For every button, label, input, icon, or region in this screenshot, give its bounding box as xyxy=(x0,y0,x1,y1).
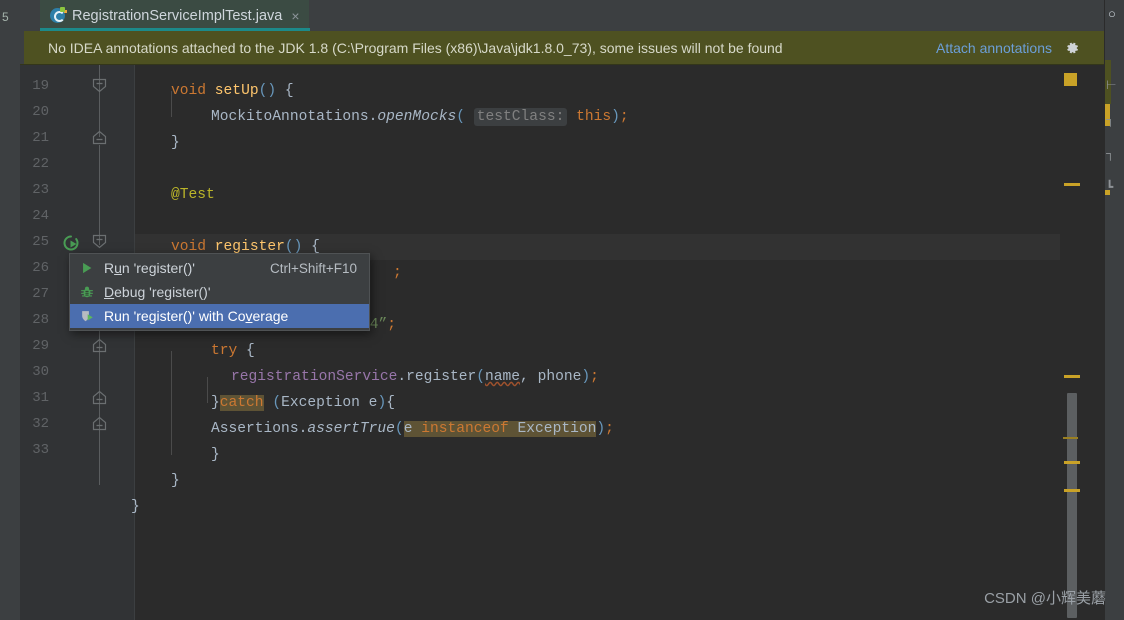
editor-tab-registrationserviceimpltest[interactable]: RegistrationServiceImplTest.java × xyxy=(40,0,309,31)
code-line-28[interactable]: registrationService.register(name, phone… xyxy=(231,364,599,390)
code-line-27[interactable]: try { xyxy=(211,338,255,364)
java-test-class-icon xyxy=(50,7,65,23)
menu-item-run-register-with-coverage[interactable]: Run 'register()' with Coverage xyxy=(70,304,369,328)
gear-icon[interactable] xyxy=(1064,40,1080,56)
code-line-29[interactable]: }catch (Exception e){ xyxy=(211,390,395,416)
fold-end-icon[interactable] xyxy=(92,416,107,431)
code-line-25[interactable]: ; xyxy=(393,260,402,286)
line-number: 26 xyxy=(32,260,49,276)
code-editor[interactable]: 19 20 21 22 23 24 25 26 27 28 29 30 31 3… xyxy=(20,65,1104,620)
coverage-shield-icon xyxy=(78,307,96,325)
line-number: 23 xyxy=(32,182,49,198)
code-line-19[interactable]: void setUp() { xyxy=(171,78,294,104)
notification-banner: No IDEA annotations attached to the JDK … xyxy=(20,31,1104,65)
line-number: 27 xyxy=(32,286,49,302)
run-context-menu[interactable]: Run 'register()' Ctrl+Shift+F10 Debug 'r… xyxy=(69,253,370,331)
code-line-30[interactable]: Assertions.assertTrue(e instanceof Excep… xyxy=(211,416,614,442)
code-line-32[interactable]: } xyxy=(171,468,180,494)
line-number: 24 xyxy=(32,208,49,224)
line-number: 30 xyxy=(32,364,49,380)
debug-bug-icon xyxy=(78,283,96,301)
left-tool-strip: 5 xyxy=(0,0,20,620)
marker-warning[interactable] xyxy=(1064,489,1080,492)
marker-warning[interactable] xyxy=(1063,437,1078,439)
marker-warning[interactable] xyxy=(1064,375,1080,378)
notification-text: No IDEA annotations attached to the JDK … xyxy=(48,39,783,56)
code-content[interactable]: void setUp() { MockitoAnnotations.openMo… xyxy=(131,65,1060,620)
code-line-31[interactable]: } xyxy=(211,442,220,468)
right-tool-glyph[interactable]: ┗ xyxy=(1106,180,1113,194)
menu-item-run-register[interactable]: Run 'register()' Ctrl+Shift+F10 xyxy=(70,256,369,280)
line-number: 22 xyxy=(32,156,49,172)
watermark: CSDN @小辉美蘑 xyxy=(984,590,1106,607)
menu-item-label: Run 'register()' xyxy=(104,260,195,276)
code-line-20[interactable]: MockitoAnnotations.openMocks( testClass:… xyxy=(211,104,629,130)
right-tool-glyph[interactable]: ⊢ xyxy=(1106,78,1116,92)
menu-item-shortcut: Ctrl+Shift+F10 xyxy=(269,260,357,276)
run-icon xyxy=(78,259,96,277)
line-number: 33 xyxy=(32,442,49,458)
indent-guide xyxy=(171,351,172,455)
code-line-23[interactable]: @Test xyxy=(171,182,215,208)
fold-connector xyxy=(99,145,100,245)
right-tool-glyph[interactable]: ┐ xyxy=(1106,112,1115,126)
fold-end-icon[interactable] xyxy=(92,338,107,353)
marker-warning[interactable] xyxy=(1064,461,1080,464)
close-icon[interactable]: × xyxy=(291,9,299,23)
line-number: 29 xyxy=(32,338,49,354)
editor-tab-bar: RegistrationServiceImplTest.java × xyxy=(20,0,1124,31)
line-number: 32 xyxy=(32,416,49,432)
code-line-33[interactable]: } xyxy=(131,494,140,520)
inlay-hint-testclass: testClass: xyxy=(473,108,568,126)
run-test-icon[interactable] xyxy=(62,234,81,253)
editor-scrollbar-thumb[interactable] xyxy=(1067,393,1077,618)
line-number: 25 xyxy=(32,234,49,250)
marker-warning[interactable] xyxy=(1064,73,1077,86)
menu-item-label: Run 'register()' with Coverage xyxy=(104,308,289,324)
left-strip-line-fragment: 5 xyxy=(2,10,9,24)
code-line-21[interactable]: } xyxy=(171,130,180,156)
line-number: 31 xyxy=(32,390,49,406)
editor-marker-bar[interactable] xyxy=(1060,65,1084,620)
fold-end-icon[interactable] xyxy=(92,130,107,145)
line-number: 28 xyxy=(32,312,49,328)
ide-window: 5 ra rc + RegistrationServiceImplTest.ja… xyxy=(0,0,1124,620)
menu-item-label: Debug 'register()' xyxy=(104,284,211,300)
indent-guide xyxy=(207,377,208,403)
editor-gutter[interactable]: 19 20 21 22 23 24 25 26 27 28 29 30 31 3… xyxy=(20,65,135,620)
fold-end-icon[interactable] xyxy=(92,390,107,405)
fold-collapse-icon[interactable] xyxy=(92,234,107,249)
editor-tab-label: RegistrationServiceImplTest.java xyxy=(72,7,283,24)
attach-annotations-link[interactable]: Attach annotations xyxy=(936,40,1052,56)
menu-item-debug-register[interactable]: Debug 'register()' xyxy=(70,280,369,304)
line-number: 20 xyxy=(32,104,49,120)
fold-collapse-icon[interactable] xyxy=(92,78,107,93)
right-strip-top-glyph[interactable]: ○ xyxy=(1108,6,1116,21)
line-number: 21 xyxy=(32,130,49,146)
right-tool-glyph[interactable]: ┐ xyxy=(1106,146,1115,160)
right-tool-strip: ○ ⊢ ┐ ┐ ┗ xyxy=(1104,0,1124,620)
line-number: 19 xyxy=(32,78,49,94)
marker-warning[interactable] xyxy=(1064,183,1080,186)
